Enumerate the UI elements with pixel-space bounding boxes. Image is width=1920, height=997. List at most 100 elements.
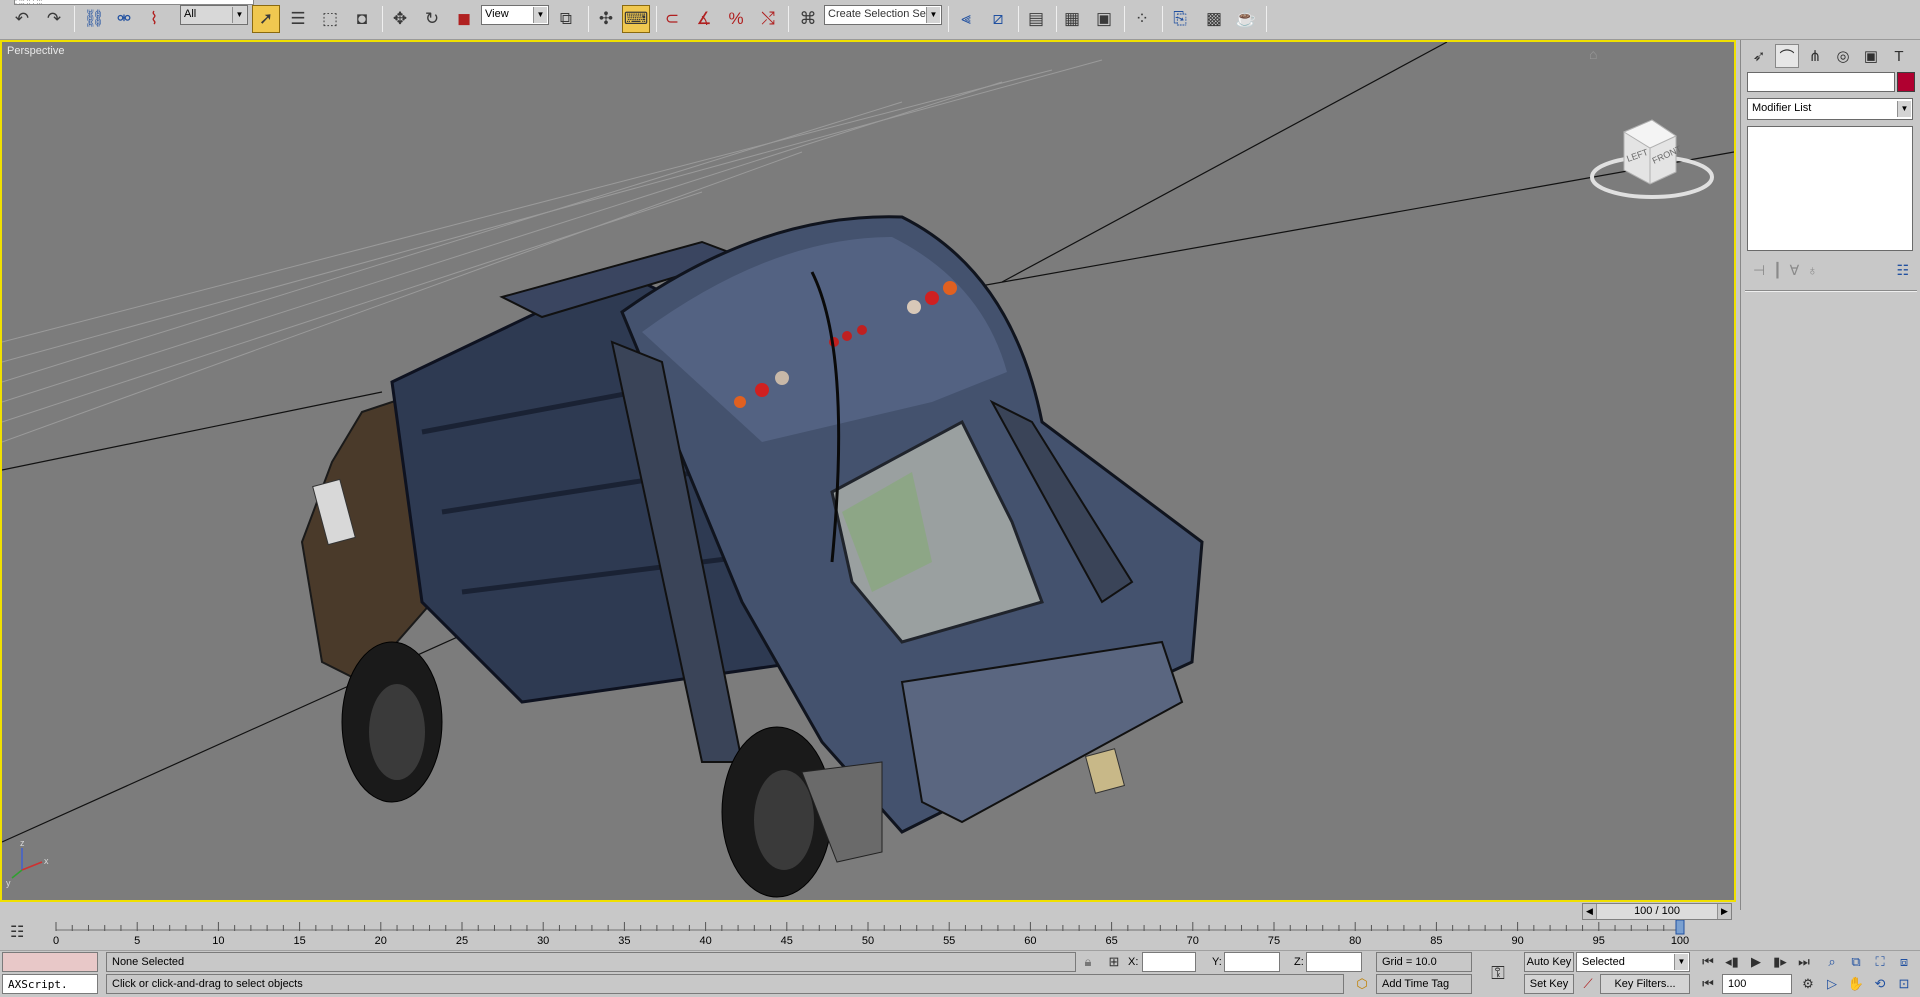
ruler-label: 50: [862, 935, 874, 947]
key-mode-dropdown[interactable]: Selected ▼: [1576, 952, 1690, 972]
named-selection-dropdown[interactable]: Create Selection Set ▼: [824, 5, 942, 25]
pivot-center-icon[interactable]: ⧉: [552, 5, 580, 33]
manipulate-icon[interactable]: ✣: [592, 5, 620, 33]
set-key-button[interactable]: Set Key: [1524, 974, 1574, 994]
toolbar-separator: [1162, 6, 1163, 32]
ruler-label: 65: [1105, 935, 1117, 947]
display-tab-icon[interactable]: ▣: [1859, 44, 1883, 68]
ruler-label: 0: [53, 935, 59, 947]
toolbar-separator: [382, 6, 383, 32]
move-icon[interactable]: ✥: [386, 5, 414, 33]
z-label: Z:: [1294, 956, 1304, 968]
x-coordinate-field[interactable]: [1142, 952, 1196, 972]
field-of-view-icon[interactable]: ▷: [1822, 976, 1842, 992]
curve-editor-icon[interactable]: ▦: [1058, 5, 1086, 33]
zoom-all-icon[interactable]: ⧉: [1846, 954, 1866, 970]
current-frame-field[interactable]: 100: [1722, 974, 1792, 994]
selection-filter-dropdown[interactable]: All ▼: [180, 5, 248, 25]
align-icon[interactable]: ⧄: [984, 5, 1012, 33]
spinner-snap-icon[interactable]: ⤭: [754, 5, 782, 33]
go-to-start-icon[interactable]: ⏮: [1698, 954, 1718, 970]
object-color-swatch[interactable]: [1897, 72, 1915, 92]
orbit-icon[interactable]: ⟲: [1870, 976, 1890, 992]
motion-tab-icon[interactable]: ◎: [1831, 44, 1855, 68]
status-bar: AXScript. None Selected Click or click-a…: [0, 950, 1920, 997]
ruler-label: 75: [1268, 935, 1280, 947]
next-key-icon[interactable]: ▮▸: [1770, 954, 1790, 970]
previous-frame-icon[interactable]: ◀: [1583, 904, 1597, 919]
undo-icon[interactable]: ↶: [8, 5, 36, 33]
go-to-end-icon[interactable]: ⏭: [1794, 954, 1814, 970]
absolute-mode-icon[interactable]: ⊞: [1104, 954, 1124, 970]
material-editor-icon[interactable]: ⁘: [1128, 5, 1156, 33]
mirror-icon[interactable]: ⫷: [952, 5, 980, 33]
tail-light: [943, 281, 957, 295]
quick-render-icon[interactable]: ☕: [1232, 5, 1260, 33]
make-unique-icon[interactable]: ∀: [1790, 262, 1800, 279]
window-crossing-icon[interactable]: ◘: [348, 5, 376, 33]
keyboard-shortcut-icon[interactable]: ⌨: [622, 5, 650, 33]
rendered-frame-icon[interactable]: ▩: [1200, 5, 1228, 33]
add-time-tag-button[interactable]: Add Time Tag: [1376, 974, 1472, 994]
bind-spacewarp-icon[interactable]: ⌇: [140, 5, 168, 33]
ruler-label: 25: [456, 935, 468, 947]
pan-view-icon[interactable]: ✋: [1846, 976, 1866, 992]
unlink-icon[interactable]: ⚮: [110, 5, 138, 33]
perspective-viewport[interactable]: LEFT FRONT ⌂ z x y Perspective: [0, 40, 1736, 902]
rotate-icon[interactable]: ↻: [418, 5, 446, 33]
object-name-field[interactable]: [1747, 72, 1895, 92]
track-bar[interactable]: ☷ 0 5 10 15 20 25 30 35 40 45 50 55 60 65 70 75 80 85 90 95…: [0, 920, 1740, 950]
viewport-label[interactable]: Perspective: [7, 45, 64, 57]
toolbar-separator: [948, 6, 949, 32]
configure-modifier-sets-icon[interactable]: ☷: [1896, 262, 1909, 279]
previous-key-icon[interactable]: ◂▮: [1722, 954, 1742, 970]
maximize-viewport-icon[interactable]: ⊡: [1894, 976, 1914, 992]
scale-icon[interactable]: ◼: [450, 5, 478, 33]
modify-tab-icon[interactable]: ⌒: [1775, 44, 1799, 68]
play-icon[interactable]: ▶: [1746, 954, 1766, 970]
utilities-tab-icon[interactable]: T: [1887, 44, 1911, 68]
zoom-icon[interactable]: ⌕: [1822, 954, 1842, 970]
reference-coordinate-dropdown[interactable]: View ▼: [481, 5, 549, 25]
render-setup-icon[interactable]: ⎘: [1166, 5, 1194, 33]
auto-key-button[interactable]: Auto Key: [1524, 952, 1574, 972]
zoom-extents-icon[interactable]: ⛶: [1870, 954, 1890, 970]
select-by-name-icon[interactable]: ☰: [284, 5, 312, 33]
remove-modifier-icon[interactable]: ♁: [1807, 262, 1818, 278]
snaps-3d-icon[interactable]: ⊂: [658, 5, 686, 33]
modifier-stack[interactable]: [1747, 126, 1913, 251]
hierarchy-tab-icon[interactable]: ⋔: [1803, 44, 1827, 68]
rectangular-region-icon[interactable]: ⬚: [316, 5, 344, 33]
select-object-icon[interactable]: ➚: [252, 5, 280, 33]
percent-snap-icon[interactable]: %: [722, 5, 750, 33]
ruler-label: 35: [618, 935, 630, 947]
maxscript-listener-top[interactable]: [2, 952, 98, 972]
maxscript-mini-listener[interactable]: AXScript.: [2, 974, 98, 994]
y-label: Y:: [1212, 956, 1222, 968]
modifier-list-dropdown[interactable]: Modifier List ▼: [1747, 98, 1913, 120]
edit-named-selection-icon[interactable]: ⌘: [794, 5, 822, 33]
pin-stack-icon[interactable]: ⊣: [1753, 262, 1765, 279]
show-end-result-icon[interactable]: ┃: [1773, 262, 1781, 279]
key-tangent-icon[interactable]: ⟋: [1578, 976, 1598, 992]
prompt-line: Click or click-and-drag to select object…: [106, 974, 1344, 994]
lock-selection-icon[interactable]: 🔒︎: [1078, 954, 1098, 970]
zoom-extents-all-icon[interactable]: ⧈: [1894, 954, 1914, 970]
create-tab-icon[interactable]: ➶: [1747, 44, 1771, 68]
key-filters-button[interactable]: Key Filters...: [1600, 974, 1690, 994]
layer-manager-icon[interactable]: ▤: [1022, 5, 1050, 33]
y-coordinate-field[interactable]: [1224, 952, 1280, 972]
next-frame-icon[interactable]: ▶: [1717, 904, 1731, 919]
schematic-view-icon[interactable]: ▣: [1090, 5, 1118, 33]
redo-icon[interactable]: ↷: [40, 5, 68, 33]
angle-snap-icon[interactable]: ∡: [690, 5, 718, 33]
key-mode-toggle-icon[interactable]: ⏮: [1698, 976, 1718, 992]
time-configuration-icon[interactable]: ⚙: [1798, 976, 1818, 992]
x-label: X:: [1128, 956, 1139, 968]
select-link-icon[interactable]: ⛓: [80, 5, 108, 33]
time-slider[interactable]: ◀ 100 / 100 ▶: [1582, 903, 1732, 920]
set-key-icon[interactable]: ⚿: [1488, 963, 1508, 984]
chevron-down-icon: ▼: [1897, 101, 1911, 117]
z-coordinate-field[interactable]: [1306, 952, 1362, 972]
front-hub: [369, 684, 425, 780]
